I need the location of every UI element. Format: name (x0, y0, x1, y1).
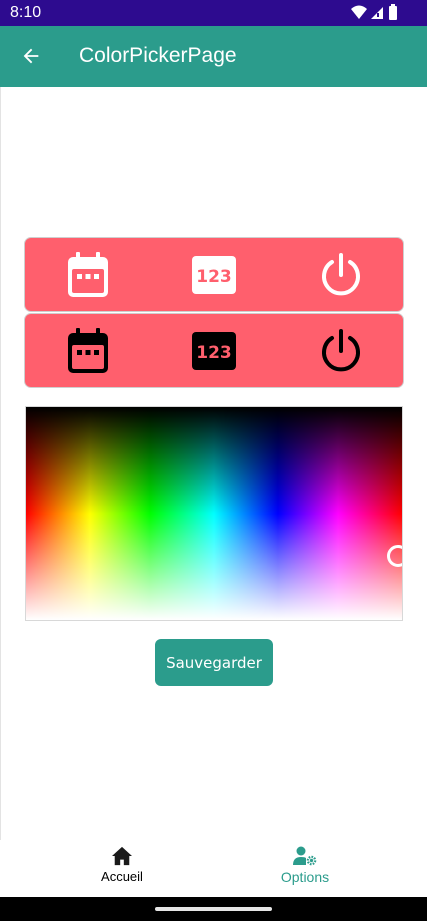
status-bar: 8:10 (0, 0, 427, 26)
icon-row-white: 123 (24, 237, 404, 312)
battery-icon (389, 4, 397, 20)
calendar-icon (68, 252, 108, 297)
nav-item-home[interactable]: Accueil (62, 846, 182, 894)
power-icon (322, 329, 360, 372)
numeric-button[interactable]: 123 (189, 250, 239, 300)
calendar-icon (68, 328, 108, 373)
wifi-icon (351, 5, 367, 19)
power-icon (322, 253, 360, 296)
app-bar: ColorPickerPage (0, 26, 427, 87)
screen: 8:10 ColorPickerPage 123 123 Sauvegarder… (0, 0, 427, 921)
content-divider (0, 87, 1, 897)
signal-icon (371, 7, 383, 19)
status-time: 8:10 (10, 4, 42, 21)
numeric-icon-text: 123 (196, 343, 232, 363)
bottom-nav: Accueil Options (0, 840, 427, 897)
save-button[interactable]: Sauvegarder (155, 639, 273, 686)
user-settings-icon (293, 846, 317, 866)
numeric-icon: 123 (192, 332, 236, 370)
home-icon (112, 846, 132, 866)
dark-shade-overlay (26, 407, 402, 514)
status-icons (351, 4, 397, 20)
back-button[interactable] (14, 39, 48, 73)
numeric-icon-text: 123 (196, 267, 232, 287)
numeric-icon: 123 (192, 256, 236, 294)
arrow-left-icon (23, 48, 39, 64)
calendar-button[interactable] (63, 326, 113, 376)
color-picker-handle[interactable] (387, 545, 402, 567)
page-title: ColorPickerPage (79, 44, 237, 67)
light-shade-overlay (26, 513, 402, 620)
system-nav-bar (0, 897, 427, 921)
calendar-button[interactable] (63, 250, 113, 300)
nav-label-home: Accueil (101, 869, 143, 884)
icon-row-black: 123 (24, 313, 404, 388)
numeric-button[interactable]: 123 (189, 326, 239, 376)
power-button[interactable] (316, 250, 366, 300)
power-button[interactable] (316, 326, 366, 376)
color-spectrum-picker[interactable] (25, 406, 403, 621)
nav-label-options: Options (280, 869, 330, 885)
nav-item-options[interactable]: Options (245, 846, 365, 894)
home-indicator[interactable] (155, 907, 272, 911)
